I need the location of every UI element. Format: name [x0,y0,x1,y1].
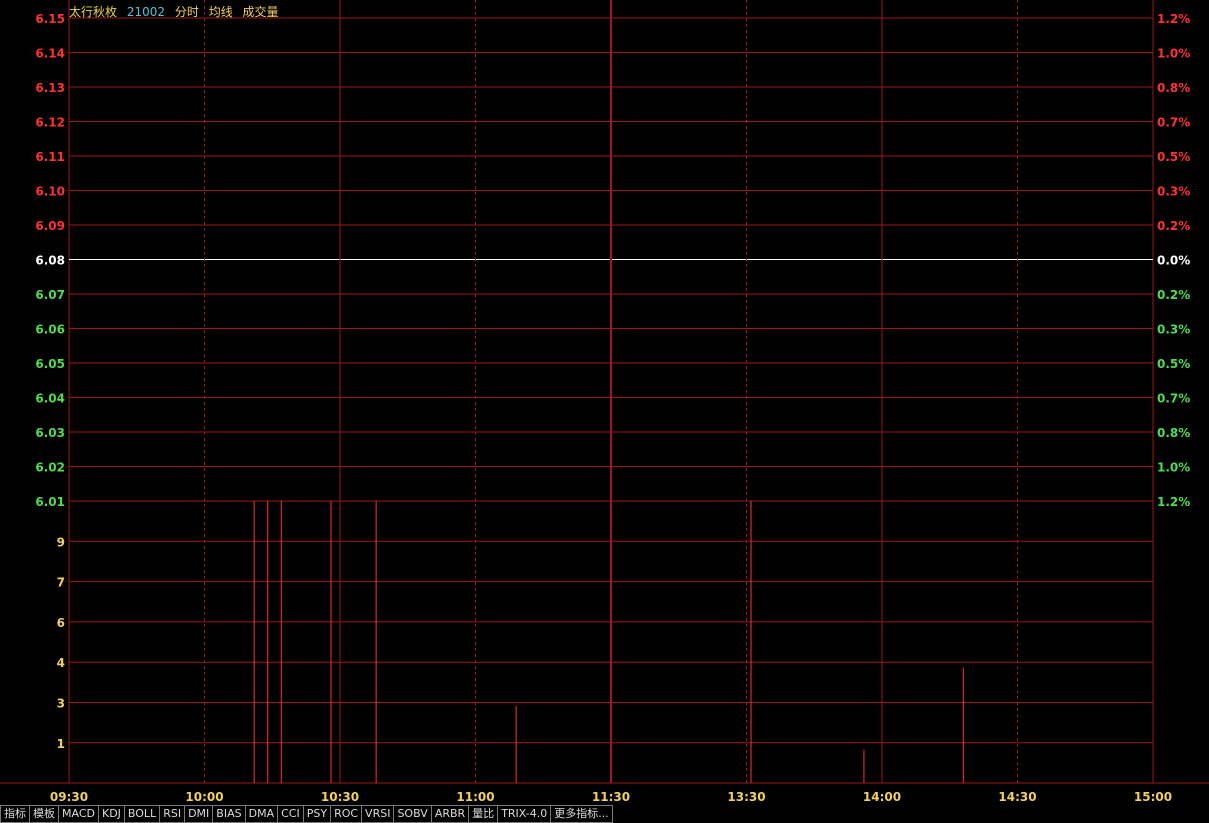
price-tick-label: 6.06 [35,323,65,337]
percent-tick-label: 0.2% [1157,288,1190,302]
price-tick-label: 6.10 [35,185,65,199]
tab-rsi[interactable]: RSI [160,805,186,823]
price-tick-label: 6.08 [35,254,65,268]
time-tick-label: 11:00 [456,790,494,804]
percent-tick-label: 1.2% [1157,12,1190,26]
percent-tick-label: 0.8% [1157,426,1190,440]
price-tick-label: 6.13 [35,81,65,95]
tab-trix[interactable]: TRIX-4.0 [498,805,552,823]
price-tick-label: 6.07 [35,288,65,302]
volume-tick-label: 7 [57,576,65,590]
volume-tick-label: 3 [57,697,65,711]
tab-psy[interactable]: PSY [303,805,332,823]
percent-tick-label: 0.3% [1157,185,1190,199]
percent-tick-label: 0.5% [1157,357,1190,371]
indicator-avg-line[interactable]: 均线 [209,5,233,19]
price-tick-label: 6.04 [35,392,65,406]
indicator-tab-bar: 指标 模板 MACD KDJ BOLL RSI DMI BIAS DMA CCI… [0,805,1209,823]
tab-template[interactable]: 模板 [30,805,59,823]
percent-tick-label: 1.0% [1157,461,1190,475]
time-tick-label: 15:00 [1134,790,1172,804]
volume-tick-label: 4 [57,656,65,670]
stock-code: 21002 [126,5,166,19]
tab-volume-ratio[interactable]: 量比 [469,805,499,823]
percent-tick-label: 1.0% [1157,47,1190,61]
time-tick-label: 14:00 [863,790,901,804]
volume-tick-label: 1 [57,737,65,751]
tab-boll[interactable]: BOLL [124,805,161,823]
percent-tick-label: 0.5% [1157,150,1190,164]
price-tick-label: 6.15 [35,12,65,26]
tab-kdj[interactable]: KDJ [98,805,125,823]
percent-tick-label: 0.2% [1157,219,1190,233]
price-tick-label: 6.05 [35,357,65,371]
time-tick-label: 13:30 [727,790,765,804]
stock-name: 太行秋枚 [69,5,118,19]
tab-dmi[interactable]: DMI [185,805,214,823]
price-tick-label: 6.12 [35,116,65,130]
tab-roc[interactable]: ROC [331,805,363,823]
tab-vrsi[interactable]: VRSI [362,805,395,823]
tab-sobv[interactable]: SOBV [394,805,432,823]
chart-title: 太行秋枚 21002 分时 均线 成交量 [69,3,285,20]
percent-tick-label: 0.7% [1157,116,1190,130]
percent-tick-label: 0.3% [1157,323,1190,337]
percent-tick-label: 0.8% [1157,81,1190,95]
time-tick-label: 10:30 [321,790,359,804]
time-tick-label: 09:30 [50,790,88,804]
tab-macd[interactable]: MACD [59,805,99,823]
time-tick-label: 10:00 [185,790,223,804]
tab-arbr[interactable]: ARBR [431,805,470,823]
price-tick-label: 6.14 [35,47,65,61]
volume-tick-label: 6 [57,616,65,630]
tab-dma[interactable]: DMA [245,805,279,823]
time-tick-label: 11:30 [592,790,630,804]
tab-bias[interactable]: BIAS [213,805,246,823]
tab-more-indicators[interactable]: 更多指标... [551,805,613,823]
time-tick-label: 14:30 [998,790,1036,804]
tab-cci[interactable]: CCI [278,805,304,823]
percent-tick-label: 1.2% [1157,495,1190,509]
intraday-chart: 6.15 1.2% 6.14 1.0% 6.13 0.8% 6.12 0.7% 6.11 0.5%… [0,0,1209,804]
indicator-fenshi[interactable]: 分时 [175,5,199,19]
percent-tick-label: 0.0% [1157,254,1190,268]
percent-tick-label: 0.7% [1157,392,1190,406]
indicator-volume[interactable]: 成交量 [243,5,279,19]
price-tick-label: 6.03 [35,426,65,440]
price-tick-label: 6.11 [35,150,65,164]
volume-tick-label: 9 [57,535,65,549]
price-tick-label: 6.02 [35,461,65,475]
price-tick-label: 6.01 [35,495,65,509]
tab-indicator[interactable]: 指标 [0,805,30,823]
price-tick-label: 6.09 [35,219,65,233]
